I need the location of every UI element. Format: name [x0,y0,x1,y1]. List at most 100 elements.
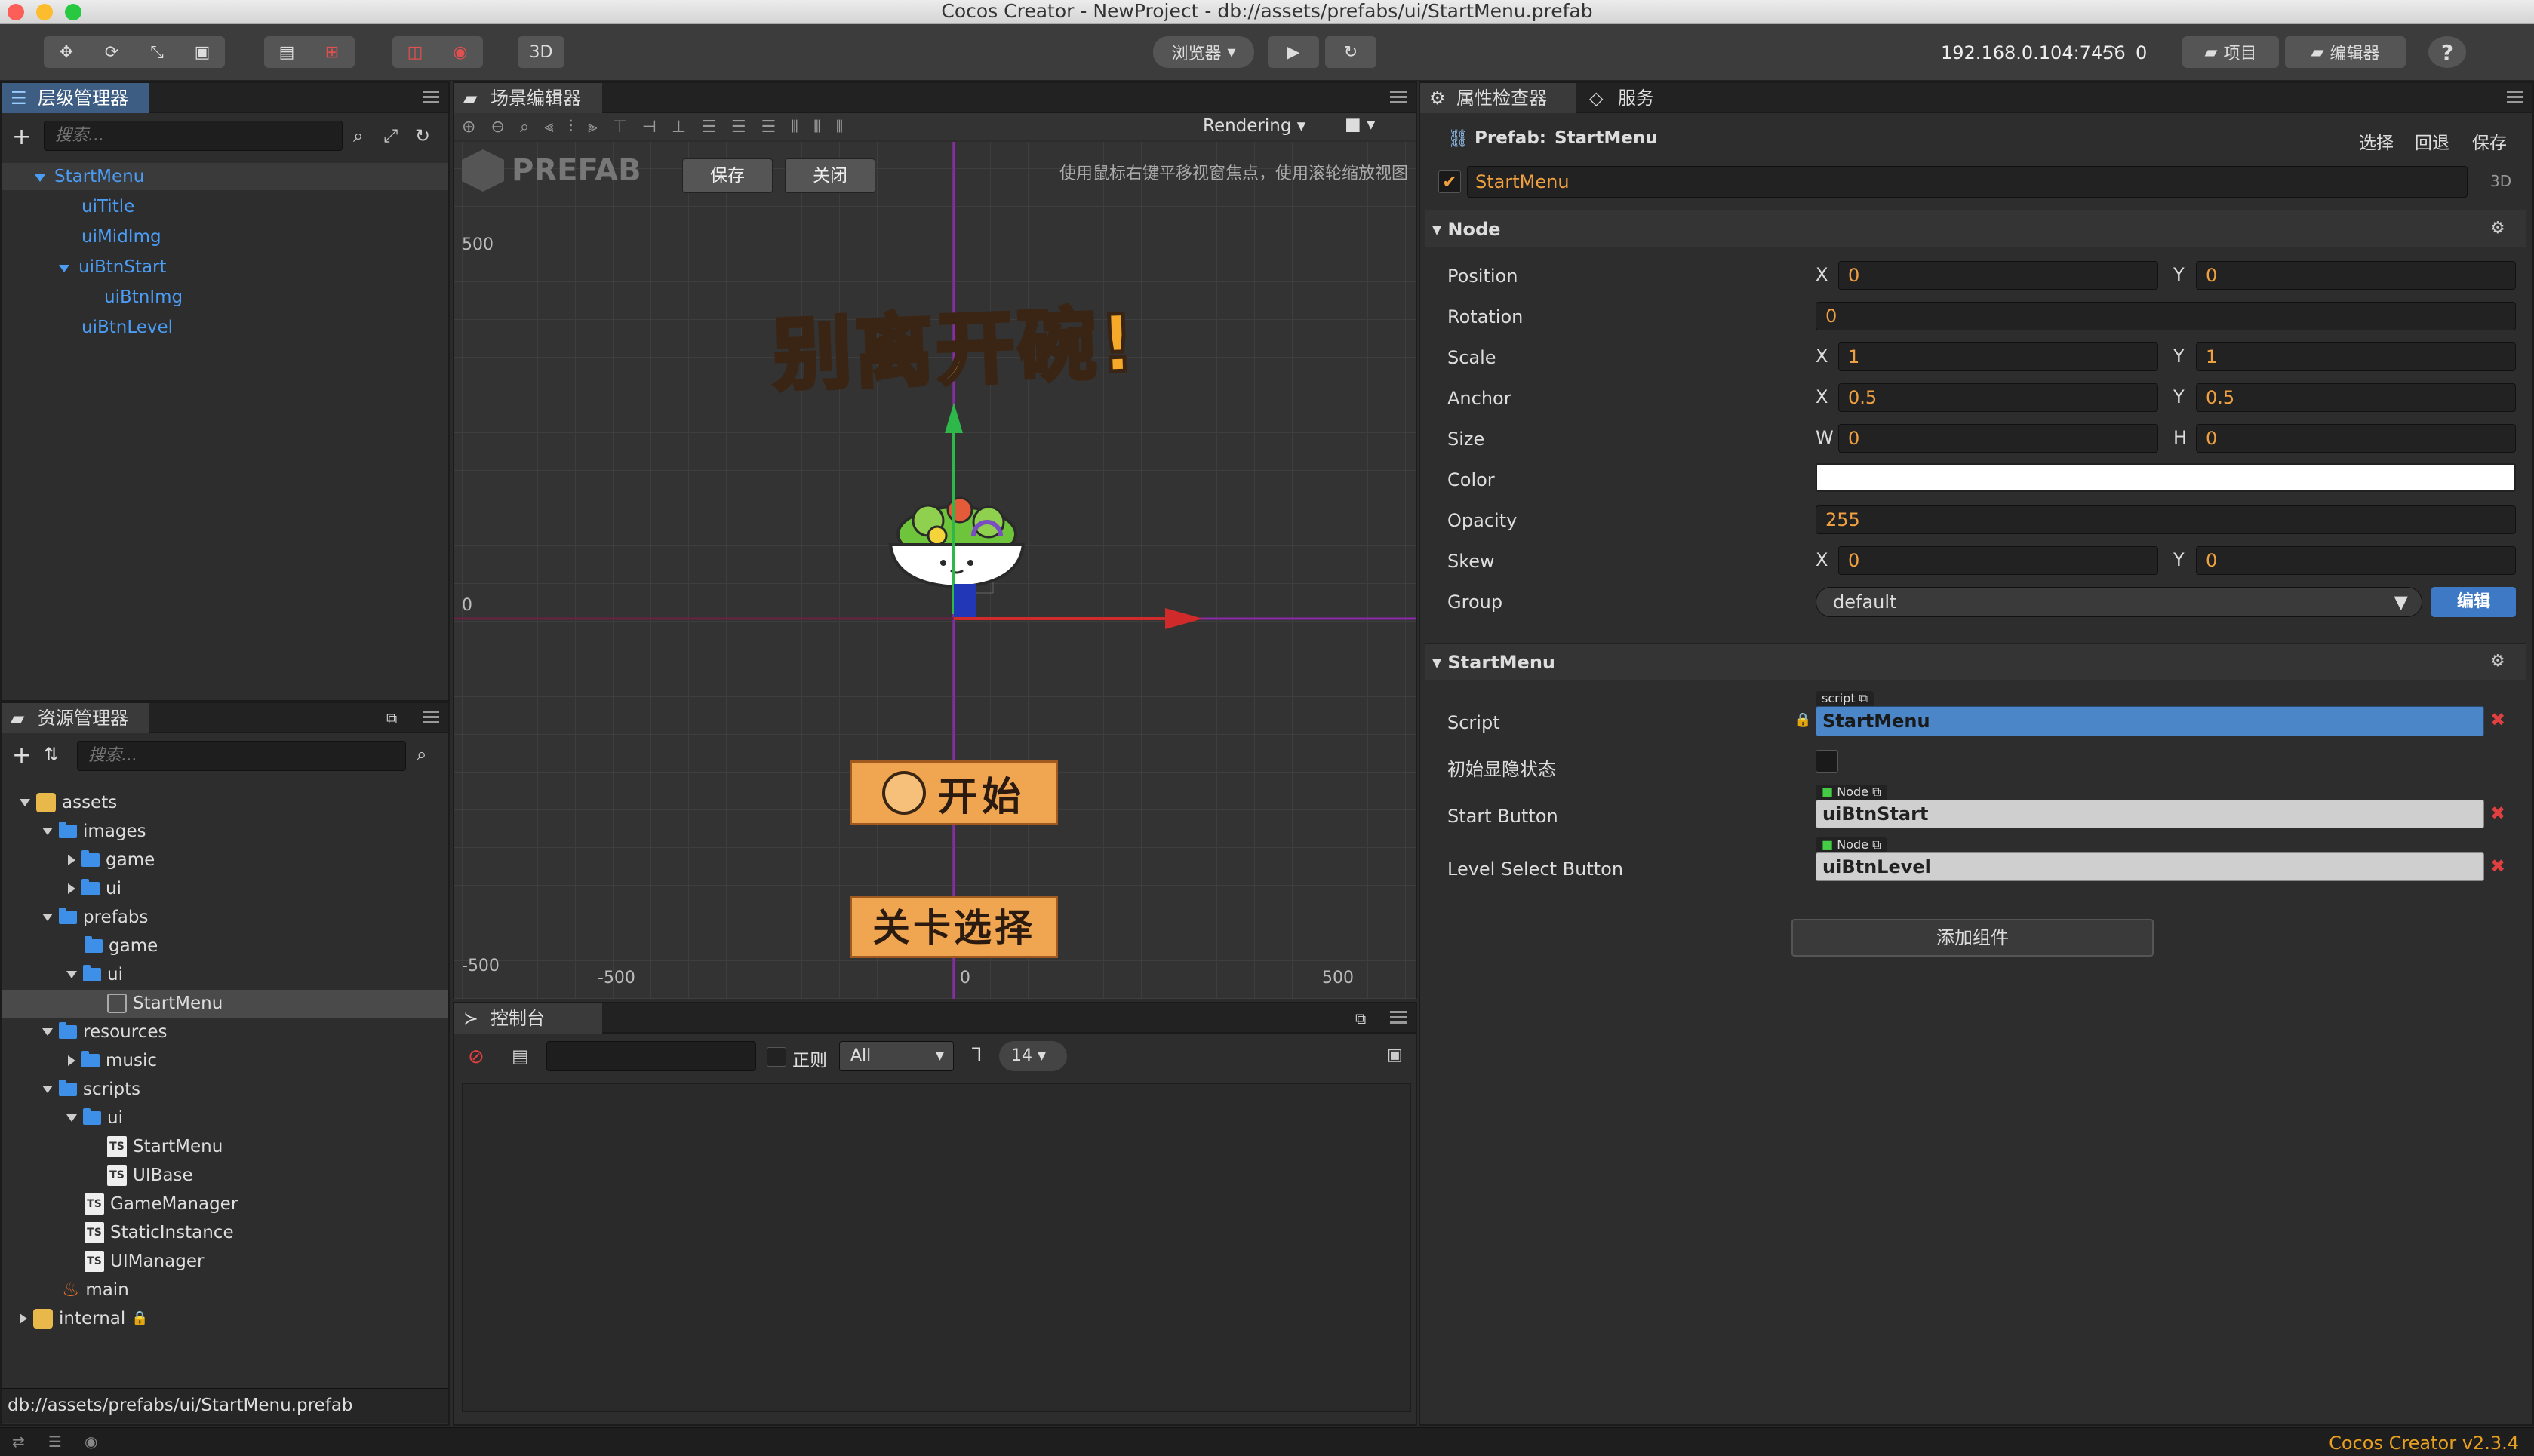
tab-hierarchy[interactable]: ☰ 层级管理器 [2,83,149,113]
tab-scene-editor[interactable]: ▰ 场景编辑器 [454,83,602,113]
distribute-top-icon[interactable]: ☰ [701,118,716,137]
distribute-left-icon[interactable]: ⦀ [791,118,798,137]
node-section-header[interactable] [1425,210,2526,247]
asset-script-staticinstance[interactable]: TS StaticInstance [85,1219,234,1246]
expand-arrow-icon[interactable] [66,971,77,978]
tree-node-uititle[interactable]: uiTitle [81,193,134,220]
rotate-tool-icon[interactable]: ⟳ [89,36,134,68]
rect-tool-icon[interactable]: ▣ [180,36,225,68]
expand-arrow-icon[interactable] [42,828,53,835]
asset-folder-prefabs[interactable]: prefabs [42,904,148,931]
align-top-icon[interactable]: ⊤ [613,118,627,137]
clear-level-button-icon[interactable]: ✖ [2490,855,2505,877]
zoom-reset-icon[interactable]: ⌕ [520,118,529,137]
remove-script-icon[interactable]: ✖ [2490,709,2505,730]
scale-x-input[interactable]: 1 [1838,342,2158,371]
panel-menu-icon[interactable] [423,91,439,106]
assets-search-input[interactable]: 搜索... [77,741,406,771]
refresh-button[interactable]: ↻ [1325,36,1376,68]
panel-menu-icon[interactable] [423,711,439,726]
pivot-icon[interactable]: ▤ [264,36,309,68]
expand-arrow-icon[interactable] [20,799,30,806]
asset-script-startmenu[interactable]: TS StartMenu [107,1133,223,1160]
align-bottom-icon[interactable]: ⊥ [672,118,686,137]
asset-folder-scripts[interactable]: scripts [42,1076,140,1103]
collapse-arrow-icon[interactable] [68,855,75,865]
database-icon[interactable]: ☰ [48,1433,62,1451]
open-project-button[interactable]: ▰ 项目 [2182,36,2279,68]
game-title-sprite[interactable]: 别离开碗! [765,278,1146,405]
sync-icon[interactable]: ⇄ [12,1433,25,1451]
asset-folder-ui[interactable]: ui [68,875,121,902]
play-button[interactable]: ▶ [1268,36,1319,68]
component-section-title[interactable]: ▾ StartMenu [1432,652,1555,673]
gear-icon[interactable]: ⚙ [2490,219,2505,238]
expand-arrow-icon[interactable] [42,1086,53,1093]
font-size-select[interactable]: 14 ▾ [999,1041,1067,1071]
align-right-icon[interactable]: ⫸ [588,118,597,137]
expand-arrow-icon[interactable] [66,1114,77,1122]
group-select[interactable]: default ▼ [1816,587,2422,617]
panel-menu-icon[interactable] [1390,91,1407,106]
mode-3d-label[interactable]: 3D [2490,172,2511,190]
align-vcenter-icon[interactable]: ⊣ [642,118,657,137]
panel-menu-icon[interactable] [2507,91,2523,106]
tab-inspector[interactable]: ⚙ 属性检查器 [1420,83,1576,113]
tree-node-startmenu[interactable]: StartMenu [35,163,144,190]
asset-script-uibase[interactable]: TS UIBase [107,1162,193,1189]
anchor-y-input[interactable]: 0.5 [2196,383,2516,412]
asset-folder-resources[interactable]: resources [42,1018,167,1046]
distribute-bottom-icon[interactable]: ☰ [761,118,776,137]
collapse-arrow-icon[interactable] [20,1313,27,1324]
console-filter-input[interactable] [546,1041,756,1071]
tree-node-uimidimg[interactable]: uiMidImg [81,223,161,250]
console-log-area[interactable] [462,1083,1411,1412]
start-button-sprite[interactable]: 开始 [850,760,1058,825]
refresh-icon[interactable]: ↻ [415,125,430,146]
asset-folder-prefabs-game[interactable]: game [85,932,158,960]
search-icon[interactable]: ⌕ [417,744,426,765]
expand-arrow-icon[interactable] [35,174,45,182]
script-ref-field[interactable]: StartMenu [1816,706,2484,736]
opacity-input[interactable]: 255 [1816,505,2516,534]
edit-group-button[interactable]: 编辑 [2431,587,2516,617]
color-swatch[interactable] [1816,463,2516,492]
component-section-header[interactable] [1425,643,2526,680]
scale-y-input[interactable]: 1 [2196,342,2516,371]
position-x-input[interactable]: 0 [1838,261,2158,290]
asset-folder-game[interactable]: game [68,846,155,874]
asset-folder-images[interactable]: images [42,818,146,845]
panel-menu-icon[interactable] [1390,1011,1407,1026]
camera-dropdown[interactable]: ■ ▾ [1345,115,1376,134]
regex-checkbox[interactable] [767,1047,786,1067]
maximize-window-button[interactable] [65,4,81,20]
rotation-input[interactable]: 0 [1816,302,2516,330]
snap-rect-icon[interactable]: ◫ [392,36,438,68]
preview-platform-select[interactable]: 浏览器 ▾ [1153,36,1254,68]
expand-arrow-icon[interactable] [42,1028,53,1036]
local-icon[interactable]: ⊞ [309,36,355,68]
align-hcenter-icon[interactable]: ⫶ [569,118,574,137]
position-y-input[interactable]: 0 [2196,261,2516,290]
tree-node-uibtnimg[interactable]: uiBtnImg [104,284,183,311]
expand-arrow-icon[interactable] [59,265,69,272]
toggle-3d-button[interactable]: 3D [518,36,564,68]
scene-viewport[interactable]: PREFAB 保存 关闭 使用鼠标右键平移视窗焦点，使用滚轮缩放视图 500 0… [454,142,1416,999]
level-button-ref-field[interactable]: uiBtnLevel [1816,852,2484,881]
asset-folder-prefabs-ui[interactable]: ui [66,961,123,988]
asset-internal-root[interactable]: internal 🔒 [20,1305,149,1332]
level-select-button-sprite[interactable]: 关卡选择 [850,896,1058,958]
clear-console-icon[interactable]: ⊘ [468,1046,484,1068]
eye-icon[interactable]: ◉ [85,1433,97,1451]
node-name-input[interactable]: StartMenu [1467,166,2468,198]
start-button-ref-field[interactable]: uiBtnStart [1816,800,2484,828]
expand-arrow-icon[interactable] [42,914,53,921]
expand-all-icon[interactable]: ⤢ [383,125,398,146]
close-window-button[interactable] [8,4,24,20]
open-editor-button[interactable]: ▰ 编辑器 [2285,36,2406,68]
node-section-title[interactable]: ▾ Node [1432,219,1500,240]
asset-script-gamemanager[interactable]: TS GameManager [85,1190,238,1218]
anchor-x-input[interactable]: 0.5 [1838,383,2158,412]
initial-visibility-checkbox[interactable] [1816,750,1838,773]
size-w-input[interactable]: 0 [1838,424,2158,453]
